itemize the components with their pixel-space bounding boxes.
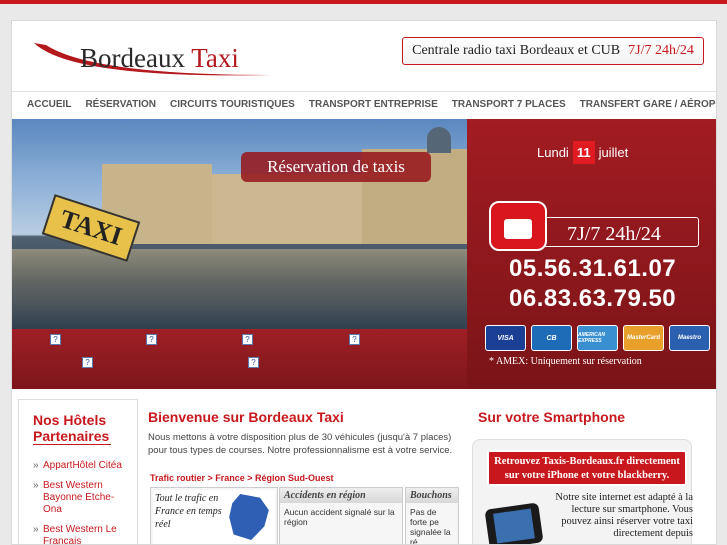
date-month: juillet — [598, 145, 629, 160]
hotels-title: Nos Hôtels Partenaires — [33, 412, 110, 444]
iphone-icon — [484, 502, 544, 544]
page-frame: Bordeaux Taxi Centrale radio taxi Bordea… — [11, 20, 717, 545]
broken-image-icon[interactable]: ? — [146, 334, 157, 345]
hotel-link[interactable]: Best Western Bayonne Etche-Ona — [33, 480, 133, 516]
hotels-list: AppartHôtel Citéa Best Western Bayonne E… — [33, 460, 133, 544]
amex-card-icon: AMERICAN EXPRESS — [577, 325, 618, 351]
date-day: 11 — [572, 141, 595, 164]
nav-item-accueil[interactable]: Accueil — [20, 99, 78, 110]
logo-word-taxi: Taxi — [191, 43, 239, 73]
cb-card-icon: CB — [531, 325, 572, 351]
smartphone-section: Sur votre Smartphone — [478, 409, 698, 425]
phone-number-1[interactable]: 05.56.31.61.07 — [509, 255, 676, 283]
broken-image-icon[interactable]: ? — [248, 357, 259, 368]
reservation-caption[interactable]: Réservation de taxis — [241, 152, 431, 182]
hotels-title-underline — [33, 444, 111, 445]
contact-panel: Lundi 11 juillet 7J/7 24h/24 05.56.31.61… — [467, 119, 716, 389]
broken-image-icon[interactable]: ? — [82, 357, 93, 368]
site-logo[interactable]: Bordeaux Taxi — [32, 35, 282, 81]
broken-image-icon[interactable]: ? — [50, 334, 61, 345]
traffic-breadcrumb[interactable]: Trafic routier > France > Région Sud-Oue… — [150, 473, 462, 483]
broken-image-icon[interactable]: ? — [349, 334, 360, 345]
france-map-icon — [229, 494, 269, 540]
header-slogan: Centrale radio taxi Bordeaux et CUB 7J/7… — [402, 37, 704, 65]
broken-image-icon[interactable]: ? — [242, 334, 253, 345]
visa-card-icon: VISA — [485, 325, 526, 351]
nav-item-transport-7-places[interactable]: Transport 7 places — [445, 99, 573, 110]
smartphone-title: Sur votre Smartphone — [478, 409, 626, 425]
traffic-map[interactable]: Tout le trafic en France en temps réel — [153, 490, 275, 544]
welcome-intro: Nous mettons à votre disposition plus de… — [148, 432, 453, 456]
payment-cards: VISA CB AMERICAN EXPRESS MasterCard Maes… — [485, 325, 710, 351]
building-dome — [427, 127, 451, 153]
phone-number-2[interactable]: 06.83.63.79.50 — [509, 285, 676, 313]
nav-item-circuits[interactable]: Circuits touristiques — [163, 99, 302, 110]
accidents-widget: Accidents en région Aucun accident signa… — [279, 487, 403, 544]
nav-item-reservation[interactable]: Réservation — [78, 99, 163, 110]
main-nav: Accueil Réservation Circuits touristique… — [12, 91, 716, 117]
mastercard-icon: MasterCard — [623, 325, 664, 351]
building-center — [212, 174, 362, 244]
maestro-card-icon: Maestro — [669, 325, 710, 351]
hotels-sidebar: Nos Hôtels Partenaires AppartHôtel Citéa… — [18, 399, 138, 544]
slogan-hours: 7J/7 24h/24 — [628, 43, 694, 58]
slogan-text: Centrale radio taxi Bordeaux et CUB — [412, 43, 621, 58]
traffic-map-widget[interactable]: Tout le trafic en France en temps réel — [150, 487, 278, 544]
image-strip: ? ? ? ? ? ? — [12, 329, 467, 389]
amex-note: * AMEX: Uniquement sur réservation — [489, 356, 642, 367]
content-area: Nos Hôtels Partenaires AppartHôtel Citéa… — [12, 395, 716, 545]
welcome-title: Bienvenue sur Bordeaux Taxi — [148, 409, 344, 425]
bouchons-body: Pas de forte pe signalée la ré — [410, 507, 451, 545]
contact-hours: 7J/7 24h/24 — [567, 223, 661, 245]
hero-banner: TAXI Réservation de taxis ? ? ? ? ? ? Lu… — [12, 119, 716, 389]
top-accent-bar — [0, 0, 727, 4]
bouchons-title: Bouchons — [406, 488, 458, 503]
bouchons-widget: Bouchons Pas de forte pe signalée la ré — [405, 487, 459, 545]
logo-word-bordeaux: Bordeaux — [80, 43, 185, 73]
accidents-body: Aucun accident signalé sur la région — [284, 507, 395, 527]
date-weekday: Lundi — [537, 145, 569, 160]
nav-item-transfert[interactable]: Transfert gare / aéroport — [573, 99, 716, 110]
accidents-title: Accidents en région — [280, 488, 402, 503]
smartphone-banner[interactable]: Retrouvez Taxis-Bordeaux.fr directement … — [487, 450, 687, 486]
date-display: Lundi 11 juillet — [537, 141, 628, 164]
traffic-map-text: Tout le trafic en France en temps réel — [155, 493, 222, 530]
water-reflection — [12, 249, 467, 329]
hotel-link[interactable]: Best Western Le Français — [33, 524, 133, 544]
logo-text: Bordeaux Taxi — [80, 43, 239, 74]
welcome-section: Bienvenue sur Bordeaux Taxi Nous mettons… — [148, 409, 460, 457]
telephone-icon — [489, 201, 547, 251]
bordeaux-photo: TAXI Réservation de taxis — [12, 119, 467, 329]
smartphone-promo: Retrouvez Taxis-Bordeaux.fr directement … — [472, 439, 693, 544]
site-header: Bordeaux Taxi Centrale radio taxi Bordea… — [12, 21, 716, 91]
nav-item-transport-entreprise[interactable]: Transport entreprise — [302, 99, 445, 110]
smartphone-text: Notre site internet est adapté à la lect… — [555, 492, 693, 539]
hotel-link[interactable]: AppartHôtel Citéa — [33, 460, 133, 472]
